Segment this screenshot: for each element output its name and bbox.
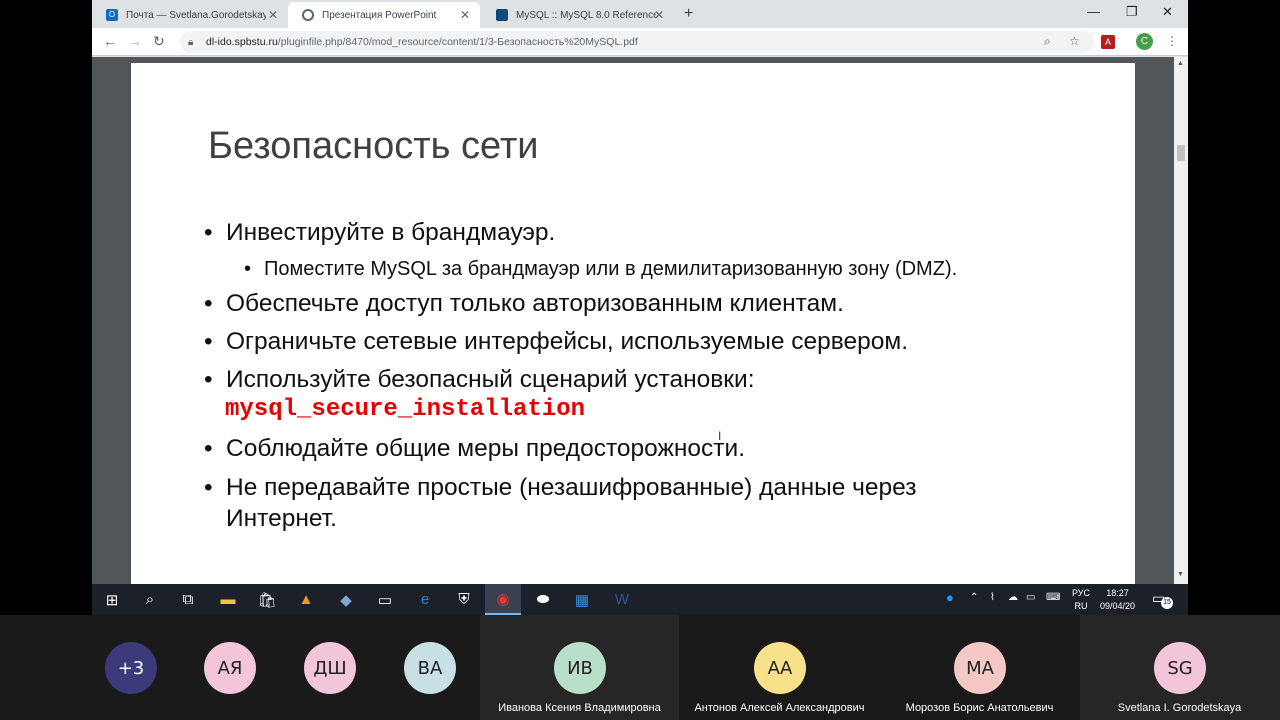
lang-bottom: RU [1074, 601, 1088, 611]
reload-icon[interactable]: ↻ [153, 33, 165, 50]
bullet-item: Не передавайте простые (незашифрованные)… [204, 474, 916, 502]
close-icon[interactable]: ✕ [460, 8, 470, 22]
shared-screen: O Почта — Svetlana.Gorodetskaya ✕ Презен… [92, 0, 1188, 615]
participant-tile[interactable]: МА Морозов Борис Анатольевич [880, 615, 1079, 720]
tab-title: MySQL :: MySQL 8.0 Reference M [516, 9, 656, 21]
date: 09/04/20 [1100, 601, 1136, 611]
browser-toolbar: ← → ↻ 🔒︎ dl-ido.spbstu.ru/pluginfile.php… [92, 28, 1188, 56]
bullet-item: Ограничьте сетевые интерфейсы, используе… [204, 328, 908, 356]
tab-presentation[interactable]: Презентация PowerPoint ✕ [288, 2, 480, 28]
help-icon[interactable]: ● [946, 590, 954, 605]
avatar: АЯ [204, 642, 256, 694]
browser-tab-strip: O Почта — Svetlana.Gorodetskaya ✕ Презен… [92, 0, 1188, 28]
chevron-up-icon[interactable]: ⌃ [970, 592, 978, 603]
participant-tile[interactable]: ДШ [304, 615, 404, 720]
start-icon[interactable]: ⊞ [94, 584, 130, 615]
text-cursor-icon: I [718, 429, 722, 443]
window-close-icon[interactable]: ✕ [1162, 4, 1173, 20]
cloud-icon[interactable]: ☁ [1008, 592, 1018, 603]
code-command: mysql_secure_installation [225, 396, 586, 423]
close-icon[interactable]: ✕ [654, 8, 664, 22]
bullet-continuation: Интернет. [226, 505, 337, 532]
bookmark-star-icon[interactable]: ☆ [1069, 34, 1080, 48]
participant-tile[interactable]: АА Антонов Алексей Александрович [680, 615, 879, 720]
store-icon[interactable]: 🛍︎ [249, 584, 285, 615]
search-icon[interactable]: ⌕ [132, 584, 168, 615]
lang-top: РУС [1072, 588, 1091, 598]
mysql-icon [496, 9, 508, 21]
vertical-scrollbar[interactable]: ▲ ▼ [1174, 57, 1188, 584]
participants-strip: +3 АЯ ДШ ВА ИВ Иванова Ксения Владимиров… [0, 615, 1280, 720]
keyboard-icon[interactable]: ⌨ [1046, 592, 1060, 603]
forward-icon[interactable]: → [128, 33, 142, 49]
globe-icon [302, 9, 314, 21]
file-explorer-icon[interactable]: ▬ [210, 584, 246, 615]
participant-tile[interactable]: +3 [0, 615, 199, 720]
scroll-up-icon[interactable]: ▲ [1177, 60, 1184, 67]
avatar: +3 [105, 642, 157, 694]
network-icon[interactable]: ⌇ [990, 592, 995, 603]
avatar: ДШ [304, 642, 356, 694]
url-path: /pluginfile.php/8470/mod_resource/conten… [277, 36, 638, 48]
avatar: SG [1154, 642, 1206, 694]
notifications-icon[interactable]: ▭ 15 [1152, 590, 1173, 609]
bullet-item: Обеспечьте доступ только авторизованным … [204, 290, 844, 318]
vlc-icon[interactable]: ▲ [288, 584, 324, 615]
avatar: МА [954, 642, 1006, 694]
time: 18:27 [1106, 588, 1129, 598]
address-bar[interactable]: 🔒︎ dl-ido.spbstu.ru/pluginfile.php/8470/… [180, 31, 1094, 53]
tab-title: Почта — Svetlana.Gorodetskaya [126, 9, 266, 21]
bullet-item: Инвестируйте в брандмауэр. [204, 219, 555, 247]
app-icon[interactable]: ⬬ [525, 584, 561, 615]
new-tab-button[interactable]: + [684, 5, 693, 23]
close-icon[interactable]: ✕ [268, 8, 278, 22]
app-icon[interactable]: ◆ [328, 584, 364, 615]
scroll-down-icon[interactable]: ▼ [1177, 571, 1184, 578]
participant-name: Антонов Алексей Александрович [694, 702, 865, 714]
acrobat-extension-icon[interactable]: A [1101, 35, 1115, 49]
profile-avatar[interactable]: С [1136, 33, 1153, 50]
slide-title: Безопасность сети [208, 125, 539, 167]
lock-icon: 🔒︎ [188, 36, 194, 48]
shield-icon[interactable]: ⛨ [446, 584, 482, 615]
outlook-icon: O [106, 9, 118, 21]
scrollbar-thumb[interactable] [1177, 145, 1185, 161]
participant-tile[interactable]: SG Svetlana I. Gorodetskaya [1080, 615, 1280, 720]
menu-icon[interactable]: ⋮ [1166, 34, 1178, 48]
clock[interactable]: 18:27 09/04/20 [1100, 587, 1135, 613]
avatar: ВА [404, 642, 456, 694]
battery-icon[interactable]: ▭ [1026, 592, 1035, 603]
zoom-icon[interactable]: ⌕ [1044, 34, 1051, 49]
tab-title: Презентация PowerPoint [322, 9, 437, 21]
tab-mysql[interactable]: MySQL :: MySQL 8.0 Reference M ✕ [482, 2, 674, 28]
word-icon[interactable]: W [604, 584, 640, 615]
terminal-icon[interactable]: ▭ [367, 584, 403, 615]
task-view-icon[interactable]: ⧉ [170, 584, 206, 615]
minimize-icon[interactable]: — [1087, 4, 1100, 19]
avatar: ИВ [554, 642, 606, 694]
back-icon[interactable]: ← [103, 33, 117, 49]
url-text: dl-ido.spbstu.ru/pluginfile.php/8470/mod… [206, 36, 638, 48]
tab-mail[interactable]: O Почта — Svetlana.Gorodetskaya ✕ [92, 2, 288, 28]
participant-name: Svetlana I. Gorodetskaya [1117, 702, 1242, 714]
url-host: dl-ido.spbstu.ru [206, 36, 278, 48]
pdf-viewer[interactable]: Безопасность сети Инвестируйте в брандма… [92, 57, 1174, 584]
windows-taskbar: ⊞ ⌕ ⧉ ▬ 🛍︎ ▲ ◆ ▭ e ⛨ ◉ ⬬ ▦ W ● ⌃ ⌇ ☁ ▭ ⌨… [92, 584, 1188, 615]
participant-tile[interactable]: ИВ Иванова Ксения Владимировна [480, 615, 679, 720]
sub-bullet-item: Поместите MySQL за брандмауэр или в деми… [244, 258, 957, 281]
edge-icon[interactable]: e [407, 584, 443, 615]
notification-count: 15 [1161, 597, 1173, 609]
bullet-item: Используйте безопасный сценарий установк… [204, 366, 755, 394]
participant-name: Иванова Ксения Владимировна [498, 702, 661, 714]
language-indicator[interactable]: РУС RU [1072, 587, 1090, 613]
participant-name: Морозов Борис Анатольевич [905, 702, 1054, 714]
participant-tile[interactable]: ВА [404, 615, 480, 720]
avatar: АА [754, 642, 806, 694]
bullet-item: Соблюдайте общие меры предосторожности. [204, 435, 745, 463]
pdf-page: Безопасность сети Инвестируйте в брандма… [131, 63, 1135, 584]
restore-icon[interactable]: ❐ [1126, 4, 1138, 20]
mysql-workbench-icon[interactable]: ▦ [564, 584, 600, 615]
chrome-icon[interactable]: ◉ [485, 584, 521, 615]
